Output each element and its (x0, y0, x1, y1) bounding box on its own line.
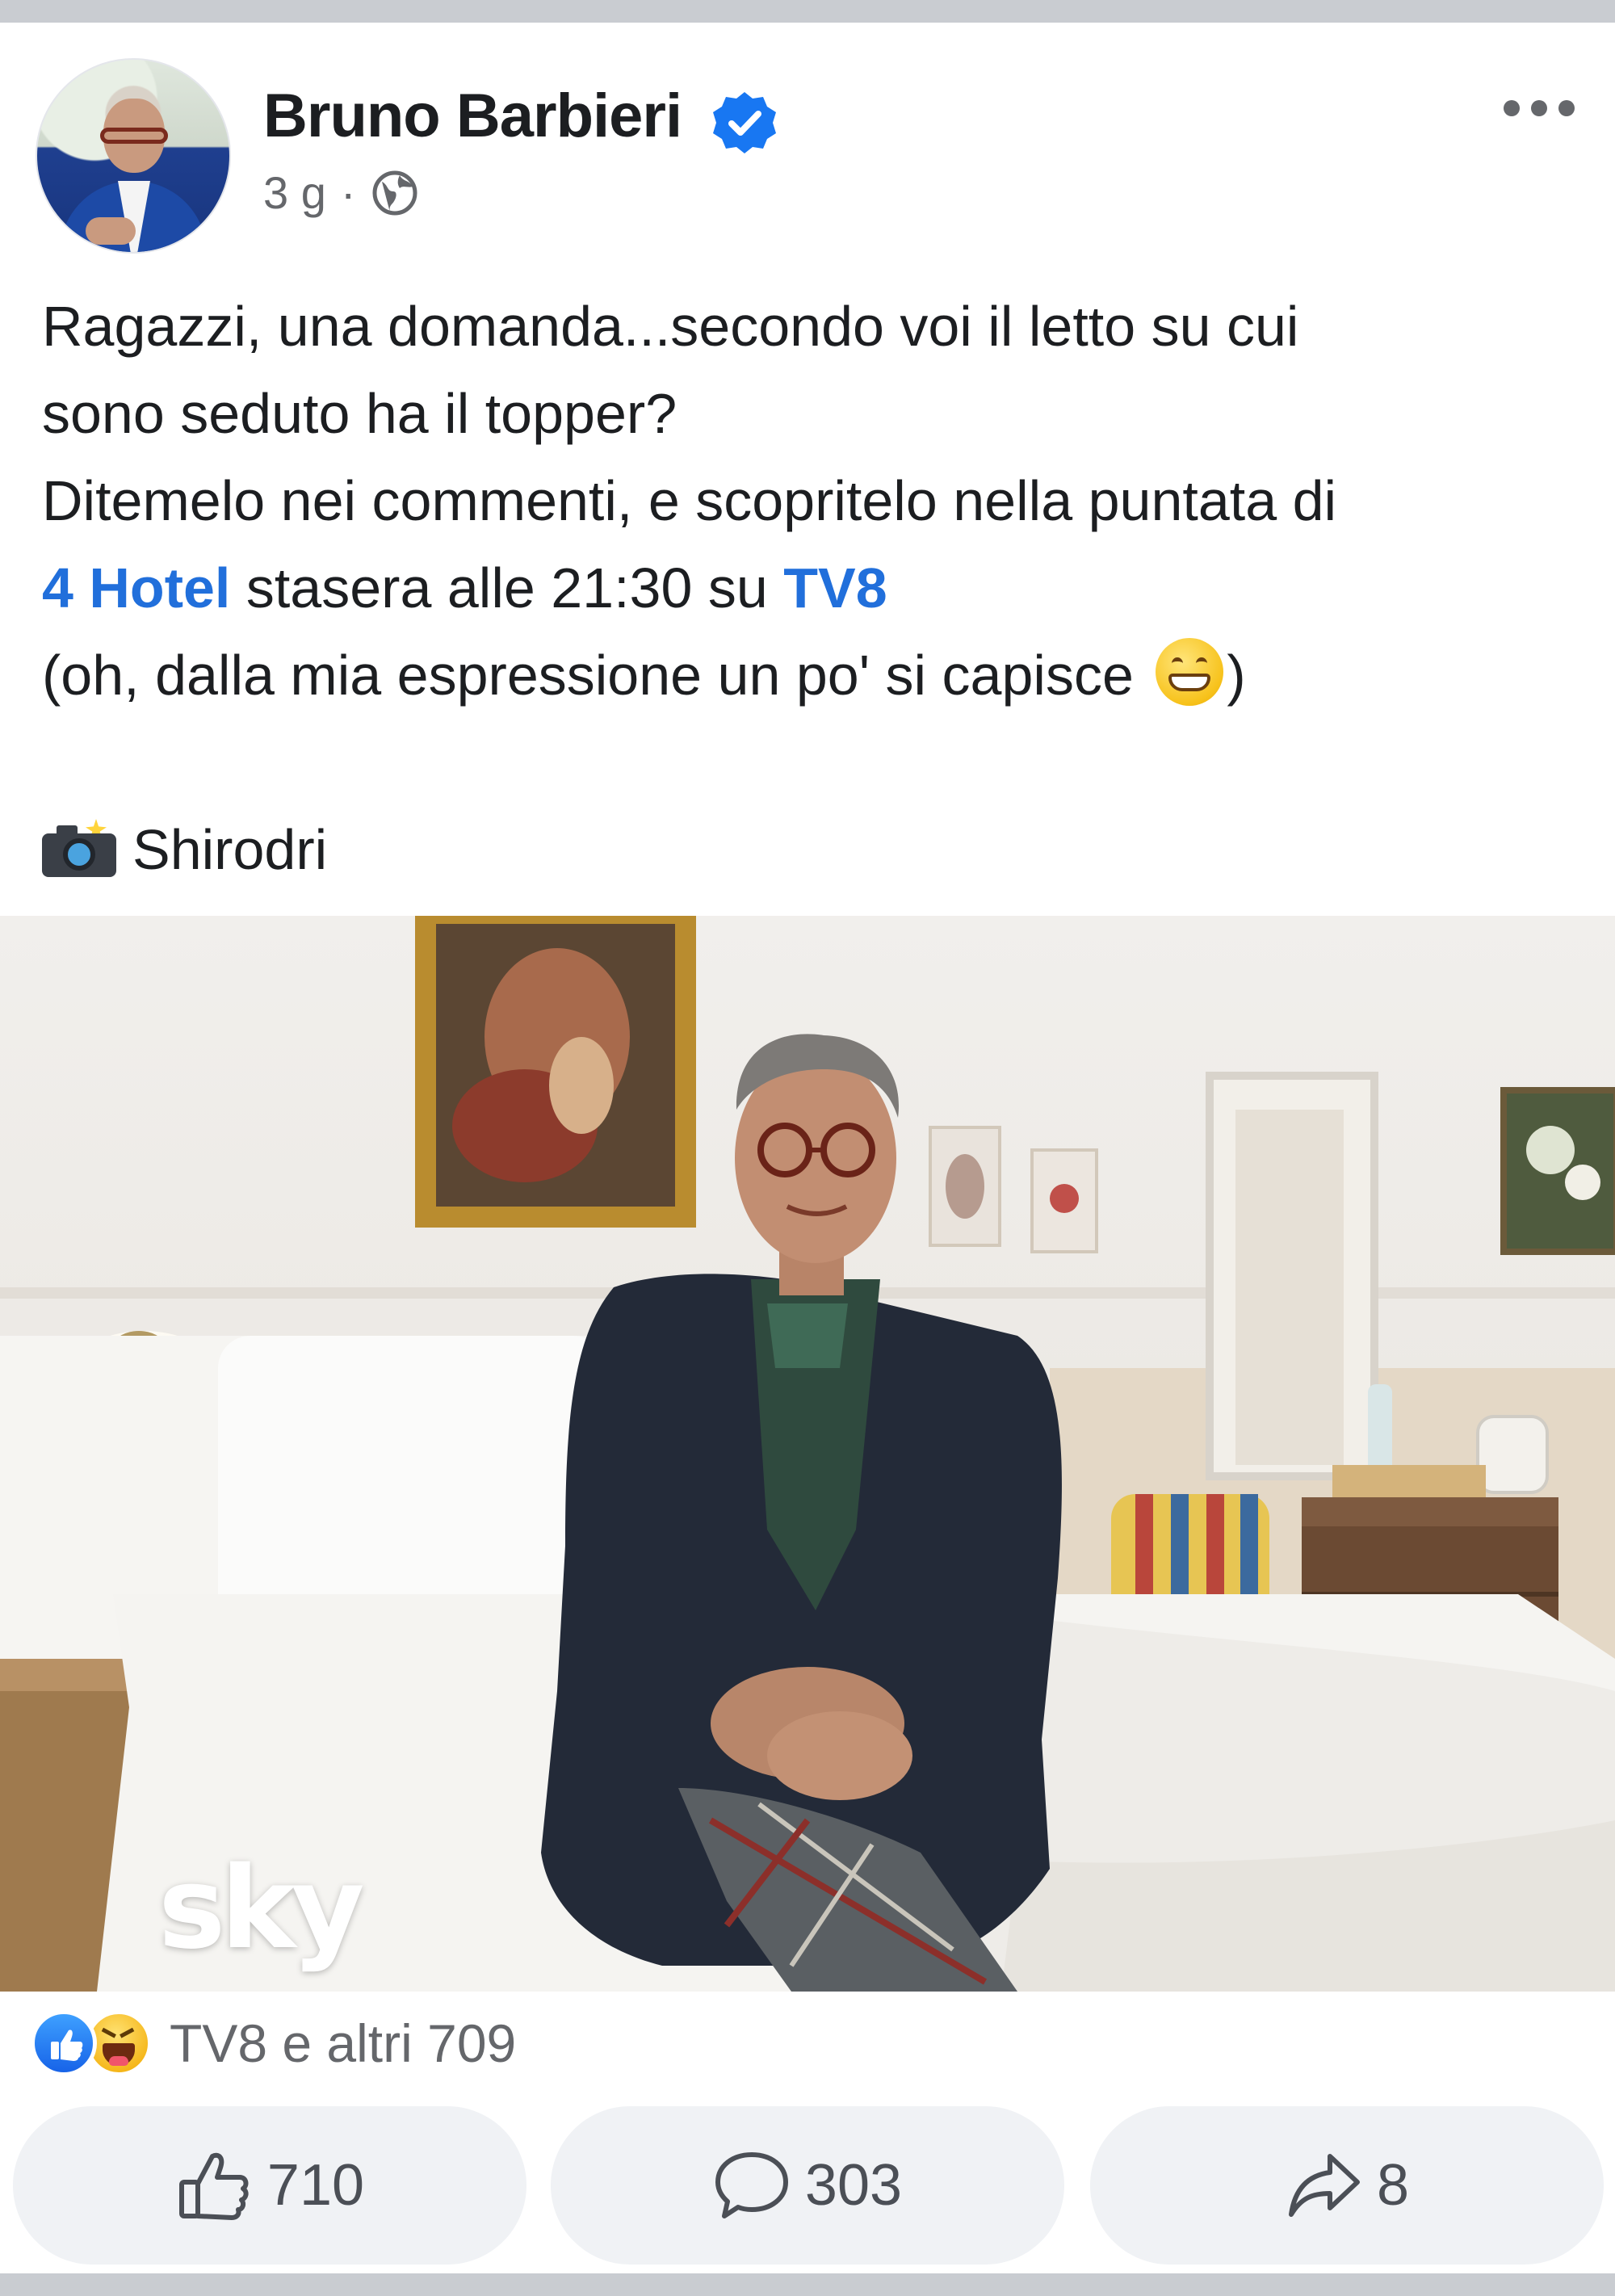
meta-separator: · (340, 167, 356, 218)
post-meta: 3 g · (263, 166, 419, 219)
top-divider (0, 0, 1615, 23)
post-line-5: (oh, dalla mia espressione un po' si cap… (42, 632, 1592, 719)
comment-count: 303 (804, 2153, 903, 2218)
author-avatar[interactable] (36, 58, 231, 254)
sky-watermark: sky (158, 1843, 365, 1975)
photo-credit: Shirodri (42, 806, 1592, 893)
hashtag-link-4-hotel[interactable]: 4 Hotel (42, 556, 230, 619)
comment-bubble-icon (715, 2152, 788, 2218)
post-line-2: sono seduto ha il topper? (42, 382, 677, 445)
share-button[interactable]: 8 (1090, 2106, 1604, 2265)
grinning-face-emoji-icon (1156, 638, 1224, 706)
share-arrow-icon (1288, 2154, 1360, 2217)
photo-credit-name: Shirodri (132, 818, 328, 881)
reactions-summary[interactable]: TV8 e altri 709 (31, 2009, 516, 2077)
post-line-1: Ragazzi, una domanda...secondo voi il le… (42, 295, 1299, 358)
author-name[interactable]: Bruno Barbieri (263, 81, 682, 151)
like-reaction-icon (31, 2010, 97, 2076)
globe-icon (372, 170, 417, 215)
like-count: 710 (266, 2153, 365, 2218)
verified-badge-icon (713, 92, 776, 153)
like-button[interactable]: 710 (13, 2106, 526, 2265)
post-line-4-text: stasera alle 21:30 su (230, 556, 784, 619)
post-text: Ragazzi, una domanda...secondo voi il le… (42, 283, 1592, 893)
more-options-icon[interactable] (1504, 100, 1575, 116)
share-count: 8 (1376, 2153, 1410, 2218)
bottom-divider (0, 2273, 1615, 2296)
post-line-3: Ditemelo nei commenti, e scopritelo nell… (42, 469, 1337, 532)
post-photo[interactable]: sky (0, 916, 1615, 1992)
bedroom-photo-illustration (0, 916, 1615, 1992)
camera-flash-icon (42, 819, 116, 877)
comment-button[interactable]: 303 (551, 2106, 1064, 2265)
post-time[interactable]: 3 g (263, 166, 326, 219)
post-line-4: 4 Hotel stasera alle 21:30 su TV8 (42, 544, 1592, 632)
page-link-tv8[interactable]: TV8 (783, 556, 887, 619)
thumbs-up-icon (178, 2152, 249, 2220)
reaction-summary-text[interactable]: TV8 e altri 709 (170, 2013, 516, 2074)
post-line-5-close: ) (1227, 644, 1246, 707)
post-line-5-text: (oh, dalla mia espressione un po' si cap… (42, 644, 1150, 707)
